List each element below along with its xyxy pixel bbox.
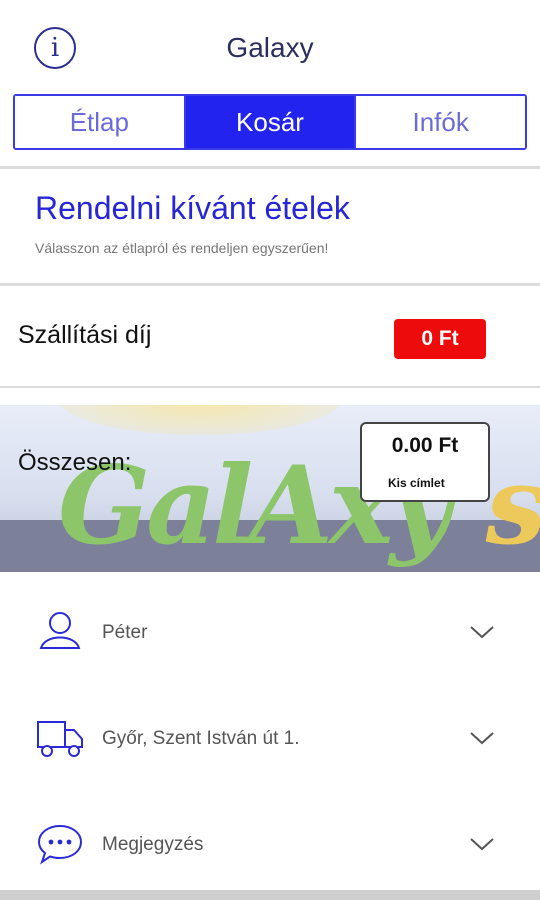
- page-title: Galaxy: [226, 32, 314, 63]
- tab-info[interactable]: Infók: [354, 96, 525, 148]
- delivery-address: Győr, Szent István út 1.: [102, 728, 300, 749]
- tab-cart[interactable]: Kosár: [183, 96, 355, 148]
- chevron-down-icon: [470, 838, 494, 851]
- order-section-subtitle: Válasszon az étlapról és rendeljen egysz…: [35, 240, 329, 256]
- note-row[interactable]: Megjegyzés: [0, 820, 540, 880]
- divider: [0, 283, 540, 286]
- delivery-fee-label: Szállítási díj: [18, 321, 152, 349]
- delivery-truck-icon: [37, 721, 83, 757]
- customer-name: Péter: [102, 622, 148, 643]
- divider: [0, 166, 540, 169]
- person-icon: [39, 612, 81, 649]
- divider: [0, 386, 540, 388]
- chevron-down-icon: [470, 626, 494, 639]
- order-section-title: Rendelni kívánt ételek: [35, 190, 350, 226]
- total-value: 0.00 Ft: [391, 434, 459, 457]
- chat-bubble-icon: [37, 824, 83, 865]
- note-label: Megjegyzés: [102, 834, 204, 855]
- total-label: Összesen:: [18, 449, 132, 476]
- tab-menu[interactable]: Étlap: [15, 96, 184, 148]
- app-header: i Galaxy: [0, 0, 540, 95]
- total-note: Kis címlet: [388, 476, 445, 490]
- total-banner: GalAxy’s Összesen: 0.00 Ft Kis címlet: [0, 405, 540, 572]
- chevron-down-icon: [470, 732, 494, 745]
- customer-name-row[interactable]: Péter: [0, 608, 540, 668]
- tab-bar: Étlap Kosár Infók: [13, 94, 527, 150]
- delivery-fee-badge: 0 Ft: [394, 319, 486, 359]
- total-box: 0.00 Ft Kis címlet: [360, 422, 490, 502]
- banner-glow: [60, 405, 340, 435]
- bottom-bar: [0, 890, 540, 900]
- delivery-address-row[interactable]: Győr, Szent István út 1.: [0, 714, 540, 774]
